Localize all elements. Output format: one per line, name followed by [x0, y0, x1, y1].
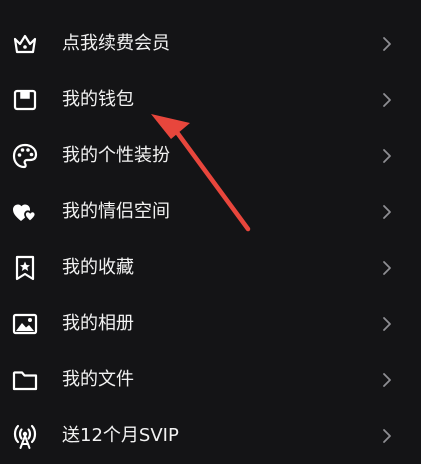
menu-item-label: 点我续费会员	[62, 33, 170, 54]
menu-item-label: 送12个月SVIP	[62, 425, 179, 446]
wallet-icon	[11, 86, 39, 114]
menu-item-couple-space[interactable]: 我的情侣空间	[0, 184, 421, 240]
menu-item-label: 我的个性装扮	[62, 145, 170, 166]
menu-item-my-theme[interactable]: 我的个性装扮	[0, 128, 421, 184]
menu-item-my-files[interactable]: 我的文件	[0, 352, 421, 408]
chevron-right-icon	[382, 92, 392, 108]
folder-icon	[11, 366, 39, 394]
chevron-right-icon	[382, 204, 392, 220]
chevron-right-icon	[382, 428, 392, 444]
menu-item-renew-membership[interactable]: 点我续费会员	[0, 16, 421, 72]
hearts-icon	[11, 198, 39, 226]
menu-item-label: 我的相册	[62, 313, 134, 334]
chevron-right-icon	[382, 316, 392, 332]
menu-item-gift-svip[interactable]: 送12个月SVIP	[0, 408, 421, 464]
palette-icon	[11, 142, 39, 170]
chevron-right-icon	[382, 260, 392, 276]
chevron-right-icon	[382, 372, 392, 388]
menu-item-my-album[interactable]: 我的相册	[0, 296, 421, 352]
chevron-right-icon	[382, 36, 392, 52]
crown-icon	[11, 30, 39, 58]
menu-item-label: 我的钱包	[62, 89, 134, 110]
menu-item-label: 我的情侣空间	[62, 201, 170, 222]
menu-item-label: 我的文件	[62, 369, 134, 390]
menu-item-my-wallet[interactable]: 我的钱包	[0, 72, 421, 128]
bookmark-star-icon	[11, 254, 39, 282]
photo-album-icon	[11, 310, 39, 338]
broadcast-icon	[11, 422, 39, 450]
settings-menu: 点我续费会员 我的钱包 我的个性装扮 我的情侣空间 我的收藏 我的相册 我的文件…	[0, 0, 421, 449]
chevron-right-icon	[382, 148, 392, 164]
menu-item-my-favorites[interactable]: 我的收藏	[0, 240, 421, 296]
menu-item-label: 我的收藏	[62, 257, 134, 278]
